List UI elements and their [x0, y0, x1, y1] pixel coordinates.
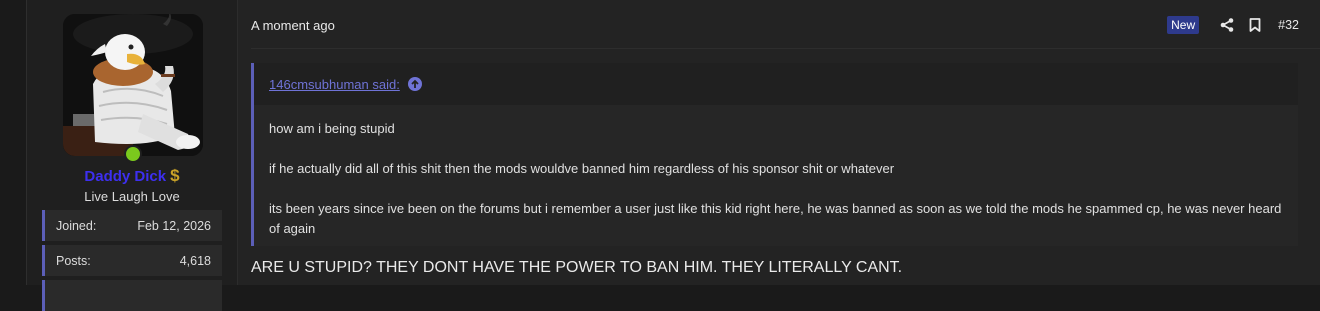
- bookmark-icon[interactable]: [1245, 15, 1265, 35]
- post-timestamp[interactable]: A moment ago: [251, 18, 335, 33]
- stat-value: 4,618: [179, 253, 211, 268]
- quote-paragraph: how am i being stupid: [269, 121, 395, 136]
- new-badge: New: [1167, 16, 1200, 34]
- post-header: A moment ago New #32: [251, 0, 1320, 48]
- stat-posts: Posts: 4,618: [42, 245, 222, 276]
- user-info-panel: Daddy Dick $ Live Laugh Love Joined: Feb …: [27, 0, 238, 311]
- post-actions: New #32: [1167, 15, 1299, 35]
- eagle-avatar-image: [63, 14, 203, 156]
- quote-block: 146cmsubhuman said: how am i being stupi…: [251, 63, 1298, 246]
- dollar-badge-icon: $: [170, 166, 180, 185]
- quote-paragraph: if he actually did all of this shit then…: [269, 161, 895, 176]
- stat-label: Posts:: [56, 253, 91, 268]
- stat-joined: Joined: Feb 12, 2026: [42, 210, 222, 241]
- share-icon[interactable]: [1217, 15, 1237, 35]
- quote-header: 146cmsubhuman said:: [254, 63, 1298, 105]
- stat-value: Feb 12, 2026: [137, 218, 211, 233]
- post-message: ARE U STUPID? THEY DONT HAVE THE POWER T…: [251, 259, 903, 276]
- online-status-indicator: [124, 145, 142, 163]
- user-title: Live Laugh Love: [84, 189, 180, 204]
- header-divider: [251, 48, 1320, 49]
- quote-paragraph: its been years since ive been on the for…: [269, 201, 1282, 236]
- quote-body: how am i being stupid if he actually did…: [254, 105, 1298, 239]
- avatar[interactable]: [63, 14, 203, 156]
- username[interactable]: Daddy Dick $: [27, 166, 237, 186]
- post-content: A moment ago New #32 146cmsubhuman said:: [238, 0, 1320, 285]
- quote-author-link[interactable]: 146cmsubhuman said:: [269, 77, 400, 92]
- stat-label: Joined:: [56, 218, 97, 233]
- forum-post: Daddy Dick $ Live Laugh Love Joined: Feb …: [26, 0, 1320, 311]
- arrow-up-circle-icon[interactable]: [407, 77, 422, 91]
- post-number-link[interactable]: #32: [1278, 18, 1299, 32]
